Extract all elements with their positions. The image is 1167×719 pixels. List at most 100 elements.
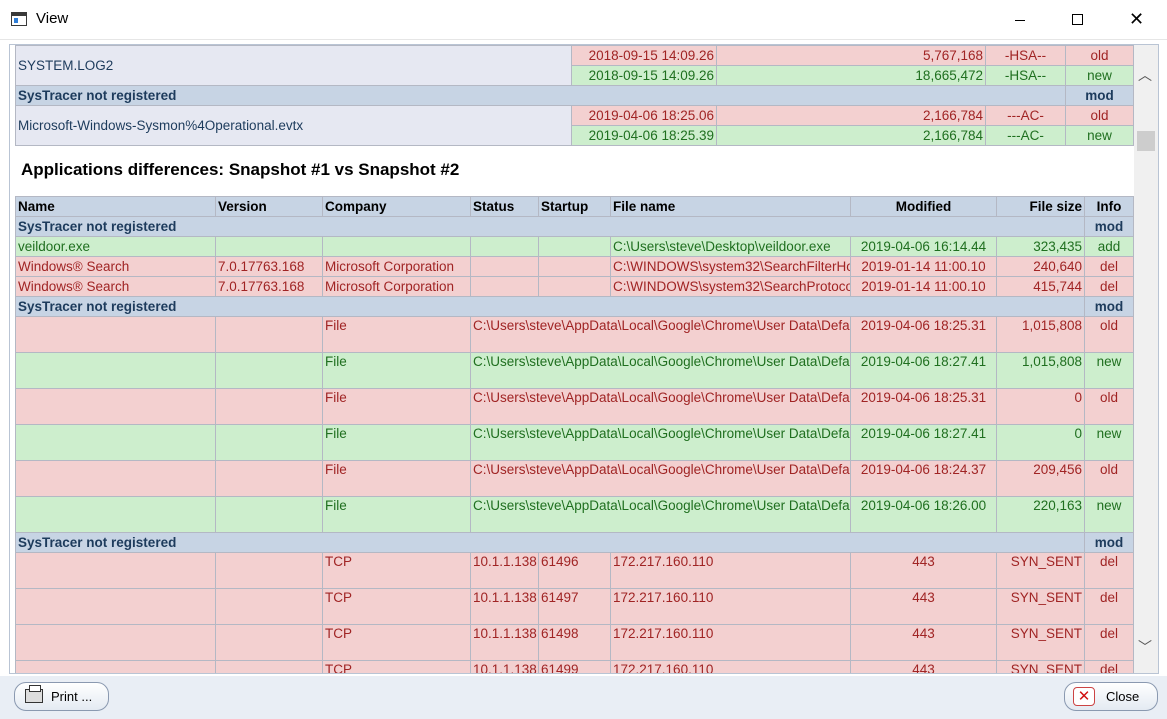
table-row[interactable]: Windows® Search 7.0.17763.168 Microsoft Co… bbox=[15, 256, 1134, 277]
name-cell bbox=[15, 424, 216, 461]
table-row[interactable]: File C:\Users\steve\AppData\Local\Google\… bbox=[15, 496, 1134, 533]
table-row[interactable]: File C:\Users\steve\AppData\Local\Google\… bbox=[15, 424, 1134, 461]
table-row[interactable]: File C:\Users\steve\AppData\Local\Google\… bbox=[15, 316, 1134, 353]
column-header[interactable]: Version bbox=[215, 196, 323, 217]
scroll-down-icon[interactable]: ﹀ bbox=[1138, 637, 1152, 657]
modified-cell: 2019-01-14 11:00.10 bbox=[850, 276, 997, 297]
info-cell: old bbox=[1084, 388, 1134, 425]
status-cell: 10.1.1.138 bbox=[470, 624, 539, 661]
status-cell: C:\Users\steve\AppData\Local\Google\Chro… bbox=[470, 424, 851, 461]
column-header[interactable]: Name bbox=[15, 196, 216, 217]
table-row[interactable]: veildoor.exe C:\Users\steve\Desktop\veild… bbox=[15, 236, 1134, 257]
file-size-cell: 220,163 bbox=[996, 496, 1085, 533]
startup-cell bbox=[538, 276, 611, 297]
table-row[interactable]: File C:\Users\steve\AppData\Local\Google\… bbox=[15, 352, 1134, 389]
table-row[interactable]: File C:\Users\steve\AppData\Local\Google\… bbox=[15, 388, 1134, 425]
file-name-cell: C:\Users\steve\Desktop\veildoor.exe bbox=[610, 236, 851, 257]
scroll-thumb[interactable] bbox=[1137, 131, 1155, 151]
column-header[interactable]: Info bbox=[1084, 196, 1134, 217]
minimize-icon bbox=[1015, 20, 1025, 21]
startup-cell bbox=[538, 236, 611, 257]
group-info: mod bbox=[1084, 216, 1134, 237]
minimize-button[interactable] bbox=[991, 0, 1049, 40]
status-cell: C:\Users\steve\AppData\Local\Google\Chro… bbox=[470, 460, 851, 497]
column-header[interactable]: Company bbox=[322, 196, 471, 217]
company-cell bbox=[322, 236, 471, 257]
table-row[interactable]: Microsoft-Windows-Sysmon%4Operational.ev… bbox=[15, 105, 1134, 146]
size-cell: 2,166,784 bbox=[716, 125, 986, 146]
close-icon: ✕ bbox=[1129, 9, 1145, 29]
table-row[interactable]: TCP 10.1.1.138 61499 172.217.160.110 443 SYN_… bbox=[15, 660, 1134, 673]
file-name-cell: 172.217.160.110 bbox=[610, 588, 851, 625]
column-header[interactable]: Startup bbox=[538, 196, 611, 217]
report-document: SYSTEM.LOG2 2018-09-15 14:09.26 5,767,168-… bbox=[15, 45, 1134, 673]
modified-cell: 2019-04-06 18:26.00 bbox=[850, 496, 997, 533]
modified-cell: 2019-01-14 11:00.10 bbox=[850, 256, 997, 277]
info-cell: old bbox=[1065, 45, 1134, 66]
modified-cell: 2019-04-06 18:24.37 bbox=[850, 460, 997, 497]
name-cell bbox=[15, 496, 216, 533]
status-cell: C:\Users\steve\AppData\Local\Google\Chro… bbox=[470, 496, 851, 533]
company-cell: File bbox=[322, 496, 471, 533]
name-cell: Windows® Search bbox=[15, 256, 216, 277]
startup-cell: 61496 bbox=[538, 552, 611, 589]
modified-cell: 2019-04-06 18:25.31 bbox=[850, 316, 997, 353]
startup-cell: 61499 bbox=[538, 660, 611, 673]
column-header[interactable]: File name bbox=[610, 196, 851, 217]
column-header[interactable]: Status bbox=[470, 196, 539, 217]
file-size-cell: 0 bbox=[996, 388, 1085, 425]
company-cell: File bbox=[322, 316, 471, 353]
table-row[interactable]: TCP 10.1.1.138 61496 172.217.160.110 443 SYN_… bbox=[15, 552, 1134, 589]
table-row[interactable]: File C:\Users\steve\AppData\Local\Google\… bbox=[15, 460, 1134, 497]
report-view[interactable]: SYSTEM.LOG2 2018-09-15 14:09.26 5,767,168-… bbox=[9, 44, 1159, 674]
file-name-cell: C:\WINDOWS\system32\SearchFilterHost.exe bbox=[610, 256, 851, 277]
column-header[interactable]: File size bbox=[996, 196, 1085, 217]
group-label: SysTracer not registered bbox=[15, 532, 1085, 553]
company-cell: File bbox=[322, 460, 471, 497]
group-row: SysTracer not registered mod bbox=[15, 85, 1134, 106]
close-button[interactable]: ✕ Close bbox=[1064, 682, 1158, 711]
company-cell: File bbox=[322, 424, 471, 461]
maximize-button[interactable] bbox=[1049, 0, 1107, 40]
attributes-cell: ---AC- bbox=[985, 125, 1066, 146]
info-cell: del bbox=[1084, 276, 1134, 297]
modified-cell: 443 bbox=[850, 552, 997, 589]
group-info: mod bbox=[1084, 532, 1134, 553]
name-cell bbox=[15, 460, 216, 497]
modified-cell: 2019-04-06 18:25.39 bbox=[571, 125, 717, 146]
table-row[interactable]: TCP 10.1.1.138 61498 172.217.160.110 443 SYN_… bbox=[15, 624, 1134, 661]
version-cell bbox=[215, 352, 323, 389]
close-label: Close bbox=[1106, 689, 1140, 704]
print-button[interactable]: Print ... bbox=[14, 682, 109, 711]
status-cell: C:\Users\steve\AppData\Local\Google\Chro… bbox=[470, 352, 851, 389]
name-cell: Windows® Search bbox=[15, 276, 216, 297]
file-size-cell: SYN_SENT bbox=[996, 552, 1085, 589]
file-name-cell: 172.217.160.110 bbox=[610, 660, 851, 673]
column-header[interactable]: Modified bbox=[850, 196, 997, 217]
group-label: SysTracer not registered bbox=[15, 85, 1066, 106]
table-header-row: Name Version Company Status Startup File name… bbox=[15, 196, 1134, 217]
file-size-cell: 240,640 bbox=[996, 256, 1085, 277]
table-row[interactable]: TCP 10.1.1.138 61497 172.217.160.110 443 SYN_… bbox=[15, 588, 1134, 625]
file-name-cell: 172.217.160.110 bbox=[610, 552, 851, 589]
name-cell bbox=[15, 588, 216, 625]
scroll-up-icon[interactable]: ︿ bbox=[1138, 65, 1152, 85]
name-cell bbox=[15, 316, 216, 353]
company-cell: TCP bbox=[322, 660, 471, 673]
table-row[interactable]: SYSTEM.LOG2 2018-09-15 14:09.26 5,767,168-… bbox=[15, 45, 1134, 86]
file-size-cell: SYN_SENT bbox=[996, 588, 1085, 625]
company-cell: File bbox=[322, 352, 471, 389]
company-cell: TCP bbox=[322, 624, 471, 661]
modified-cell: 2018-09-15 14:09.26 bbox=[571, 45, 717, 66]
file-name-cell: SYSTEM.LOG2 bbox=[15, 45, 572, 86]
vertical-scrollbar[interactable]: ︿ ﹀ bbox=[1134, 45, 1158, 673]
top-table: SYSTEM.LOG2 2018-09-15 14:09.26 5,767,168-… bbox=[15, 45, 1134, 146]
footer-bar: Print ... ✕ Close bbox=[0, 676, 1167, 719]
close-window-button[interactable]: ✕ bbox=[1107, 0, 1165, 40]
file-size-cell: SYN_SENT bbox=[996, 624, 1085, 661]
table-row[interactable]: Windows® Search 7.0.17763.168 Microsoft Co… bbox=[15, 276, 1134, 297]
version-cell bbox=[215, 660, 323, 673]
info-cell: del bbox=[1084, 256, 1134, 277]
version-cell bbox=[215, 460, 323, 497]
modified-cell: 2019-04-06 16:14.44 bbox=[850, 236, 997, 257]
